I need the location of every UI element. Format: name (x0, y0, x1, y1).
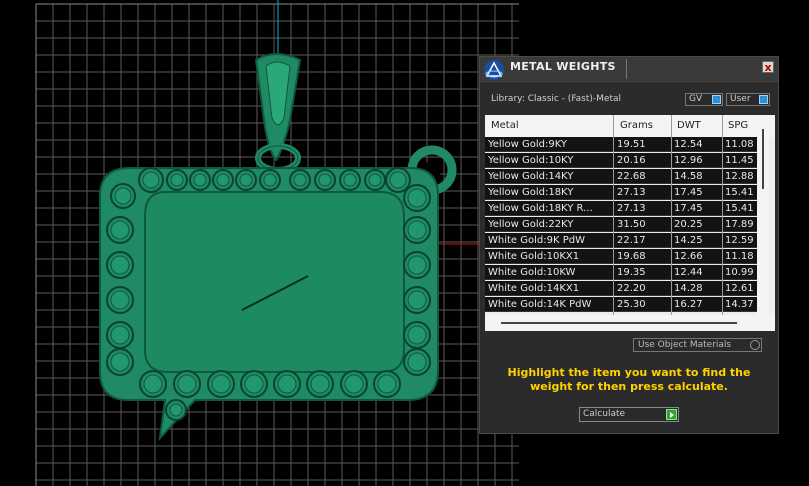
cell-metal: Yellow Gold:10KY (488, 155, 574, 166)
cell-spg: 11.45 (725, 155, 754, 166)
close-button[interactable]: x (762, 61, 774, 73)
unit-select-value: GV (689, 94, 703, 104)
metal-table[interactable]: Metal Grams DWT SPG Yellow Gold:9KY 19.51… (485, 115, 775, 331)
cell-dwt: 17.45 (674, 203, 703, 214)
table-header: Metal Grams DWT SPG (485, 115, 775, 137)
cell-spg: 17.89 (725, 219, 754, 230)
titlebar-divider (626, 59, 627, 79)
cell-dwt: 14.58 (674, 171, 703, 182)
use-object-materials-option[interactable]: Use Object Materials (633, 338, 762, 352)
cell-spg: 12.61 (725, 283, 754, 294)
cell-grams: 31.50 (617, 219, 646, 230)
cell-spg: 12.88 (725, 171, 754, 182)
column-divider (613, 115, 614, 315)
cell-spg: 12.59 (725, 235, 754, 246)
table-row[interactable]: White Gold:14K PdW 25.30 16.27 14.37 (485, 297, 757, 312)
column-divider (671, 115, 672, 315)
column-divider (722, 115, 723, 315)
cell-dwt: 12.54 (674, 139, 703, 150)
cell-spg: 11.08 (725, 139, 754, 150)
cell-dwt: 14.25 (674, 235, 703, 246)
matrix-logo-icon (484, 60, 504, 80)
cell-metal: White Gold:14KX1 (488, 283, 580, 294)
cell-dwt: 12.44 (674, 267, 703, 278)
cell-metal: White Gold:9K PdW (488, 235, 585, 246)
cell-metal: Yellow Gold:14KY (488, 171, 574, 182)
use-object-materials-label: Use Object Materials (638, 340, 732, 350)
table-row[interactable]: Yellow Gold:9KY 19.51 12.54 11.08 (485, 137, 757, 152)
cell-spg: 10.99 (725, 267, 754, 278)
cell-metal: Yellow Gold:18KY (488, 187, 574, 198)
table-row[interactable]: White Gold:14KX1 22.20 14.28 12.61 (485, 281, 757, 296)
cell-metal: White Gold:10KX1 (488, 251, 580, 262)
library-source-select[interactable]: User (726, 93, 770, 106)
column-header-metal[interactable]: Metal (491, 120, 519, 131)
cell-grams: 20.16 (617, 155, 646, 166)
cell-grams: 19.51 (617, 139, 646, 150)
metal-weights-panel: METAL WEIGHTS x Library: Classic - (Fast… (479, 56, 779, 434)
horizontal-scrollbar[interactable] (485, 315, 775, 331)
library-label: Library: Classic - (Fast)-Metal (491, 94, 622, 104)
cell-grams: 19.35 (617, 267, 646, 278)
cell-spg: 14.37 (725, 299, 754, 310)
cell-dwt: 20.25 (674, 219, 703, 230)
cell-dwt: 16.27 (674, 299, 703, 310)
pendant-model (99, 53, 457, 441)
cell-metal: White Gold:10KW (488, 267, 576, 278)
table-row[interactable]: White Gold:10KX1 19.68 12.66 11.18 (485, 249, 757, 264)
panel-titlebar[interactable]: METAL WEIGHTS x (480, 57, 778, 84)
cell-grams: 22.17 (617, 235, 646, 246)
column-header-spg[interactable]: SPG (728, 120, 748, 131)
radio-icon[interactable] (750, 340, 760, 350)
cell-spg: 15.41 (725, 187, 754, 198)
cell-grams: 25.30 (617, 299, 646, 310)
cell-spg: 11.18 (725, 251, 754, 262)
cell-grams: 22.20 (617, 283, 646, 294)
cell-metal: Yellow Gold:18KY R... (488, 203, 593, 214)
play-icon[interactable] (666, 409, 677, 420)
library-source-dropdown-icon[interactable] (759, 95, 768, 104)
library-source-value: User (730, 94, 751, 104)
table-row[interactable]: White Gold:10KW 19.35 12.44 10.99 (485, 265, 757, 280)
vertical-scroll-thumb[interactable] (762, 129, 764, 189)
horizontal-scroll-thumb[interactable] (501, 322, 737, 324)
table-row[interactable]: Yellow Gold:18KY 27.13 17.45 15.41 (485, 185, 757, 200)
panel-title: METAL WEIGHTS (510, 60, 616, 73)
unit-select[interactable]: GV (685, 93, 723, 106)
unit-select-dropdown-icon[interactable] (712, 95, 721, 104)
instructions-text: Highlight the item you want to find the … (507, 366, 751, 393)
cell-dwt: 12.66 (674, 251, 703, 262)
cell-grams: 27.13 (617, 187, 646, 198)
cell-grams: 19.68 (617, 251, 646, 262)
column-header-grams[interactable]: Grams (620, 120, 653, 131)
calculate-label: Calculate (583, 409, 626, 419)
table-row[interactable]: Yellow Gold:10KY 20.16 12.96 11.45 (485, 153, 757, 168)
table-row[interactable]: Yellow Gold:22KY 31.50 20.25 17.89 (485, 217, 757, 232)
calculate-button[interactable]: Calculate (579, 407, 679, 422)
cell-grams: 22.68 (617, 171, 646, 182)
table-row[interactable]: Yellow Gold:14KY 22.68 14.58 12.88 (485, 169, 757, 184)
cell-metal: White Gold:14K PdW (488, 299, 592, 310)
cell-dwt: 17.45 (674, 187, 703, 198)
vertical-scrollbar[interactable] (757, 115, 769, 315)
cell-spg: 15.41 (725, 203, 754, 214)
table-row[interactable]: White Gold:9K PdW 22.17 14.25 12.59 (485, 233, 757, 248)
cell-grams: 27.13 (617, 203, 646, 214)
cell-metal: Yellow Gold:9KY (488, 139, 567, 150)
table-row[interactable]: Yellow Gold:18KY R... 27.13 17.45 15.41 (485, 201, 757, 216)
cell-metal: Yellow Gold:22KY (488, 219, 574, 230)
cell-dwt: 14.28 (674, 283, 703, 294)
column-header-dwt[interactable]: DWT (677, 120, 701, 131)
cell-dwt: 12.96 (674, 155, 703, 166)
